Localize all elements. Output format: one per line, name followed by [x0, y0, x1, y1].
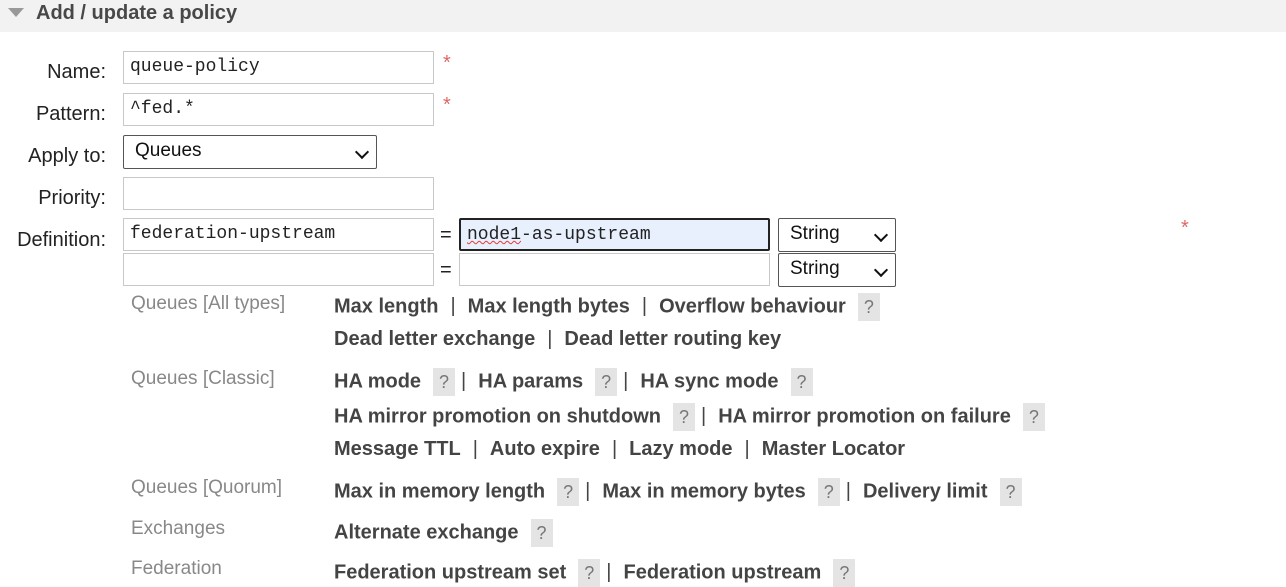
required-marker: *: [443, 52, 451, 74]
ha-promotion-shutdown-link[interactable]: HA mirror promotion on shutdown: [334, 405, 661, 427]
lazy-mode-link[interactable]: Lazy mode: [629, 438, 732, 460]
separator: |: [845, 480, 851, 503]
link-row: Max in memory length? | Max in memory byte…: [334, 478, 1022, 506]
overflow-behaviour-link[interactable]: Overflow behaviour: [659, 295, 846, 317]
priority-input[interactable]: [123, 177, 434, 210]
link-row: Message TTL | Auto expire | Lazy mode | Master…: [334, 438, 905, 461]
help-icon[interactable]: ?: [790, 368, 813, 396]
definition-type-select-empty[interactable]: String: [778, 253, 896, 287]
dead-letter-exchange-link[interactable]: Dead letter exchange: [334, 328, 535, 350]
separator: |: [623, 370, 629, 393]
message-ttl-link[interactable]: Message TTL: [334, 438, 461, 460]
separator: |: [461, 370, 467, 393]
separator: |: [641, 295, 648, 318]
pattern-label: Pattern:: [35, 103, 106, 125]
apply-to-select[interactable]: Queues: [123, 135, 377, 169]
equals-sign: =: [440, 259, 452, 281]
help-icon[interactable]: ?: [857, 293, 880, 321]
separator: |: [701, 405, 707, 428]
misspelled-word: node1: [467, 225, 522, 245]
definition-key-input[interactable]: federation-upstream: [123, 218, 434, 251]
definition-label: Definition:: [17, 229, 106, 251]
help-icon[interactable]: ?: [999, 478, 1022, 506]
priority-label: Priority:: [38, 187, 106, 209]
name-label: Name:: [47, 61, 106, 83]
link-row: Federation upstream set? | Federation upst…: [334, 559, 856, 587]
equals-sign: =: [440, 224, 452, 246]
federation-upstream-link[interactable]: Federation upstream: [624, 561, 822, 583]
definition-type-value: String: [790, 258, 840, 279]
separator: |: [611, 438, 618, 460]
separator: |: [744, 438, 750, 460]
category-federation: Federation: [131, 558, 222, 579]
definition-type-value: String: [790, 223, 840, 244]
chevron-down-icon: [354, 144, 370, 160]
help-icon[interactable]: ?: [595, 368, 618, 396]
master-locator-link[interactable]: Master Locator: [762, 438, 905, 460]
help-icon[interactable]: ?: [530, 519, 553, 547]
max-length-link[interactable]: Max length: [334, 295, 438, 317]
separator: |: [450, 295, 456, 318]
help-icon[interactable]: ?: [557, 478, 580, 506]
dead-letter-routing-key-link[interactable]: Dead letter routing key: [564, 328, 781, 350]
help-icon[interactable]: ?: [833, 559, 856, 587]
category-queues-quorum: Queues [Quorum]: [131, 477, 283, 498]
chevron-down-icon: [873, 262, 889, 278]
max-in-memory-bytes-link[interactable]: Max in memory bytes: [602, 480, 805, 502]
help-icon[interactable]: ?: [817, 478, 840, 506]
separator: |: [472, 438, 478, 460]
category-queues-classic: Queues [Classic]: [131, 368, 275, 389]
help-icon[interactable]: ?: [673, 403, 696, 431]
definition-type-select[interactable]: String: [778, 218, 896, 252]
federation-upstream-set-link[interactable]: Federation upstream set: [334, 561, 566, 583]
collapse-triangle-icon[interactable]: [8, 8, 24, 17]
pattern-input[interactable]: ^fed.*: [123, 93, 434, 126]
link-row: HA mode? | HA params? | HA sync mode?: [334, 368, 813, 396]
help-icon[interactable]: ?: [578, 559, 601, 587]
definition-value-suffix: -as-upstream: [521, 225, 651, 245]
ha-params-link[interactable]: HA params: [478, 370, 583, 392]
chevron-down-icon: [873, 227, 889, 243]
required-marker: *: [443, 94, 451, 116]
alternate-exchange-link[interactable]: Alternate exchange: [334, 521, 519, 543]
ha-mode-link[interactable]: HA mode: [334, 370, 421, 392]
help-icon[interactable]: ?: [433, 368, 456, 396]
auto-expire-link[interactable]: Auto expire: [490, 438, 600, 460]
category-queues-all-types: Queues [All types]: [131, 293, 286, 314]
definition-key-input-empty[interactable]: [123, 253, 434, 286]
help-icon[interactable]: ?: [1022, 403, 1045, 431]
max-in-memory-length-link[interactable]: Max in memory length: [334, 480, 545, 502]
separator: |: [547, 328, 553, 350]
delivery-limit-link[interactable]: Delivery limit: [863, 480, 988, 502]
apply-to-selected-value: Queues: [135, 140, 202, 161]
separator: |: [585, 480, 591, 503]
link-row: Max length | Max length bytes | Overflow beh…: [334, 293, 880, 321]
section-title[interactable]: Add / update a policy: [36, 2, 237, 25]
ha-sync-mode-link[interactable]: HA sync mode: [640, 370, 778, 392]
category-exchanges: Exchanges: [131, 518, 226, 539]
max-length-bytes-link[interactable]: Max length bytes: [468, 295, 630, 317]
link-row: Alternate exchange?: [334, 519, 553, 547]
definition-value-input-empty[interactable]: [459, 253, 770, 286]
link-row: Dead letter exchange | Dead letter routing…: [334, 328, 781, 351]
name-input[interactable]: queue-policy: [123, 51, 434, 84]
required-marker: *: [1181, 217, 1189, 239]
definition-value-input[interactable]: node1-as-upstream: [459, 218, 770, 251]
link-row: HA mirror promotion on shutdown? | HA mirr…: [334, 403, 1045, 431]
section-header[interactable]: Add / update a policy: [0, 0, 1286, 32]
apply-to-label: Apply to:: [28, 145, 106, 167]
separator: |: [606, 561, 612, 584]
ha-promotion-failure-link[interactable]: HA mirror promotion on failure: [718, 405, 1011, 427]
